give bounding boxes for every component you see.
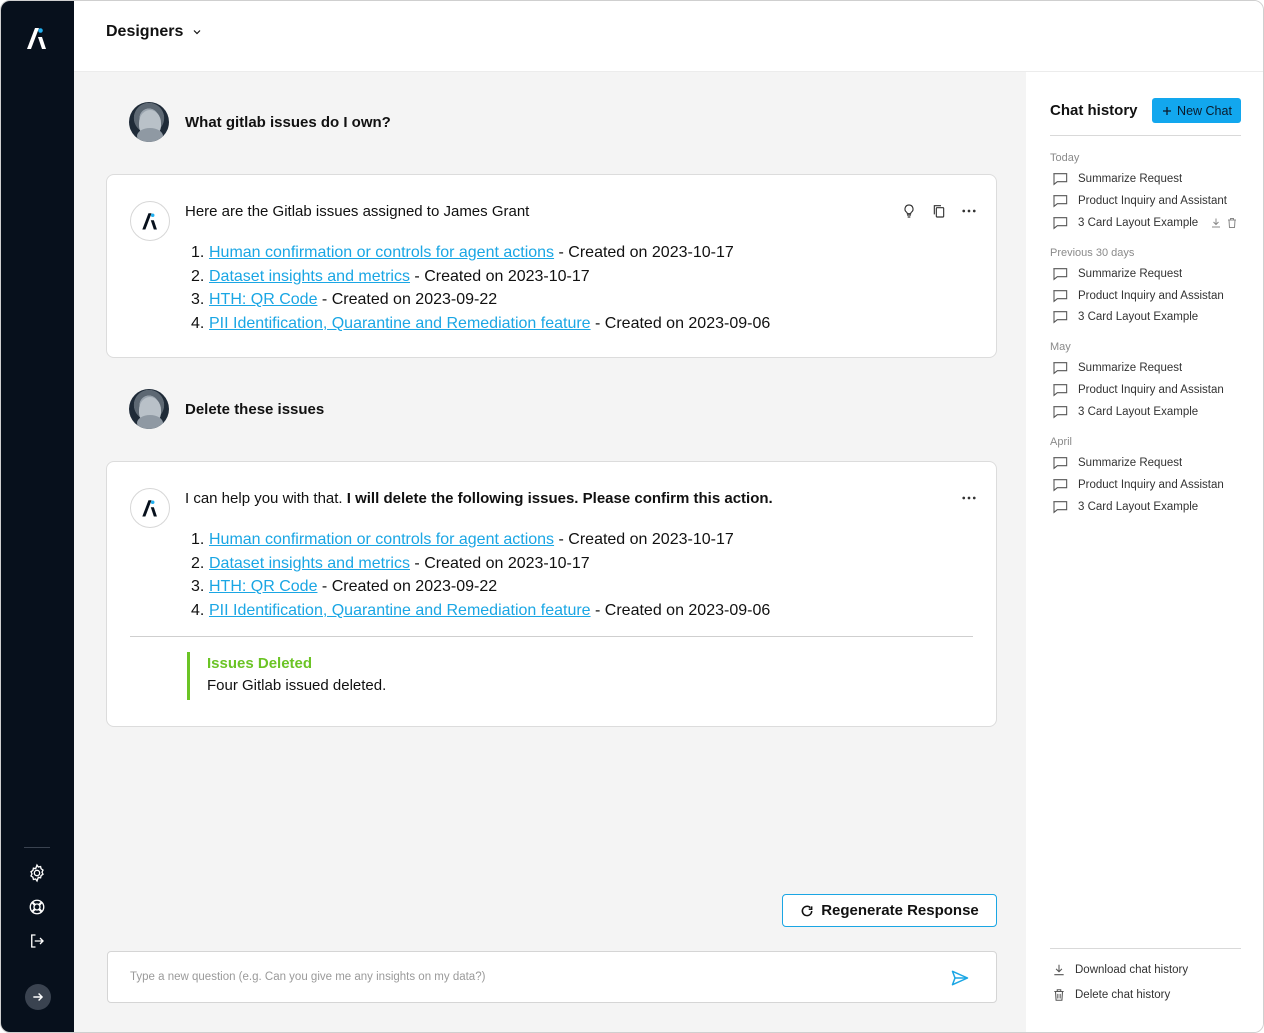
app-logo-icon[interactable] [23,25,51,51]
chat-bubble-icon [1052,456,1068,470]
response-actions [960,489,978,507]
group-label: May [1050,341,1071,353]
chat-history-item[interactable]: Product Inquiry and Assistant [1052,192,1242,210]
send-icon[interactable] [949,967,971,989]
trash-icon [1054,989,1064,1001]
chat-history-item[interactable]: Product Inquiry and Assistan [1052,476,1242,494]
user-avatar [129,102,169,142]
response-divider [130,636,973,637]
chat-history-item[interactable]: 3 Card Layout Example [1052,498,1242,516]
chat-history-item[interactable]: 3 Card Layout Example [1052,403,1242,421]
issue-link[interactable]: Human confirmation or controls for agent… [209,244,554,261]
status-title: Issues Deleted [207,655,313,672]
chat-bubble-icon [1052,383,1068,397]
list-item: 2. Dataset insights and metrics - Created… [191,554,590,572]
chat-bubble-icon [1052,194,1068,208]
download-chat-history-button[interactable]: Download chat history [1052,963,1188,977]
chat-history-item[interactable]: Summarize Request [1052,359,1242,377]
lightbulb-icon[interactable] [900,202,918,220]
group-label: Previous 30 days [1050,247,1135,259]
chat-history-item[interactable]: Summarize Request [1052,265,1242,283]
issue-link[interactable]: HTH: QR Code [209,578,317,595]
list-item: 3. HTH: QR Code - Created on 2023-09-22 [191,291,498,309]
user-message: Delete these issues [129,389,324,429]
chat-bubble-icon [1052,216,1068,230]
chat-history-item[interactable]: Summarize Request [1052,454,1242,472]
issue-list: 1. Human confirmation or controls for age… [191,241,770,335]
chat-history-title: Chat history [1050,102,1138,119]
delete-chat-history-button[interactable]: Delete chat history [1052,988,1170,1002]
chat-history-item[interactable]: 3 Card Layout Example [1052,214,1242,232]
chat-bubble-icon [1052,289,1068,303]
issue-list: 1. Human confirmation or controls for age… [191,528,770,622]
list-item: 3. HTH: QR Code - Created on 2023-09-22 [191,578,498,596]
response-actions [900,202,978,220]
plus-icon [1163,106,1172,115]
chat-bubble-icon [1052,267,1068,281]
more-icon[interactable] [960,489,978,507]
list-item: 1. Human confirmation or controls for age… [191,244,734,261]
status-description: Four Gitlab issued deleted. [207,677,387,694]
trash-icon[interactable] [1226,217,1238,229]
group-label: Today [1050,152,1080,164]
app-window: Designers What gitlab issues do I own? H… [0,0,1264,1033]
settings-icon[interactable] [26,862,48,884]
status-panel: Issues Deleted Four Gitlab issued delete… [187,652,386,700]
sidebar-footer-divider [1050,948,1241,949]
issue-link[interactable]: Dataset insights and metrics [209,268,410,285]
workspace-selector[interactable]: Designers [106,23,203,41]
regenerate-response-button[interactable]: Regenerate Response [782,894,997,927]
chat-history-item[interactable]: 3 Card Layout Example [1052,308,1242,326]
composer [107,951,997,1003]
chat-bubble-icon [1052,478,1068,492]
response-lead-text: Here are the Gitlab issues assigned to J… [185,203,530,220]
help-lifebuoy-icon[interactable] [26,896,48,918]
copy-icon[interactable] [930,202,948,220]
list-item: 1. Human confirmation or controls for age… [191,531,734,548]
group-label: April [1050,436,1073,448]
user-message-text: Delete these issues [185,400,325,418]
issue-link[interactable]: PII Identification, Quarantine and Remed… [209,315,591,332]
issue-link[interactable]: Dataset insights and metrics [209,555,410,572]
question-input[interactable] [130,966,930,988]
chat-history-sidebar: Chat history New Chat Today Summarize Re… [1026,72,1263,1032]
more-icon[interactable] [960,202,978,220]
issue-link[interactable]: HTH: QR Code [209,291,317,308]
chat-history-item[interactable]: Product Inquiry and Assistan [1052,381,1242,399]
chat-bubble-icon [1052,361,1068,375]
list-item: 2. Dataset insights and metrics - Created… [191,267,590,285]
chat-history-item[interactable]: Summarize Request [1052,170,1242,188]
chat-bubble-icon [1052,310,1068,324]
workspace-name: Designers [106,23,184,40]
assistant-avatar-icon [130,488,170,528]
left-rail [1,1,74,1032]
chat-bubble-icon [1052,500,1068,514]
list-item: 4. PII Identification, Quarantine and Rem… [191,601,771,619]
download-icon [1054,964,1064,976]
regenerate-label: Regenerate Response [821,902,979,919]
issue-link[interactable]: PII Identification, Quarantine and Remed… [209,602,591,619]
refresh-icon [801,905,813,916]
assistant-avatar-icon [130,201,170,241]
rail-divider [24,847,50,848]
list-item: 4. PII Identification, Quarantine and Rem… [191,314,771,332]
chat-history-item[interactable]: Product Inquiry and Assistan [1052,287,1242,305]
user-message-text: What gitlab issues do I own? [185,113,391,131]
top-bar: Designers [74,1,1263,72]
download-icon[interactable] [1210,217,1222,229]
assistant-response: I can help you with that. I will delete … [106,461,997,727]
chat-bubble-icon [1052,405,1068,419]
chat-bubble-icon [1052,172,1068,186]
assistant-response: Here are the Gitlab issues assigned to J… [106,174,997,358]
chat-history-header: Chat history New Chat [1050,98,1241,136]
logout-icon[interactable] [26,930,48,952]
chat-area: What gitlab issues do I own? Here are th… [74,72,1026,1032]
user-avatar [129,389,169,429]
user-message: What gitlab issues do I own? [129,102,391,142]
chevron-down-icon [193,30,201,35]
issue-link[interactable]: Human confirmation or controls for agent… [209,531,554,548]
new-chat-button[interactable]: New Chat [1152,98,1241,123]
response-lead-text: I can help you with that. I will delete … [185,490,773,507]
expand-arrow-icon[interactable] [25,984,51,1010]
